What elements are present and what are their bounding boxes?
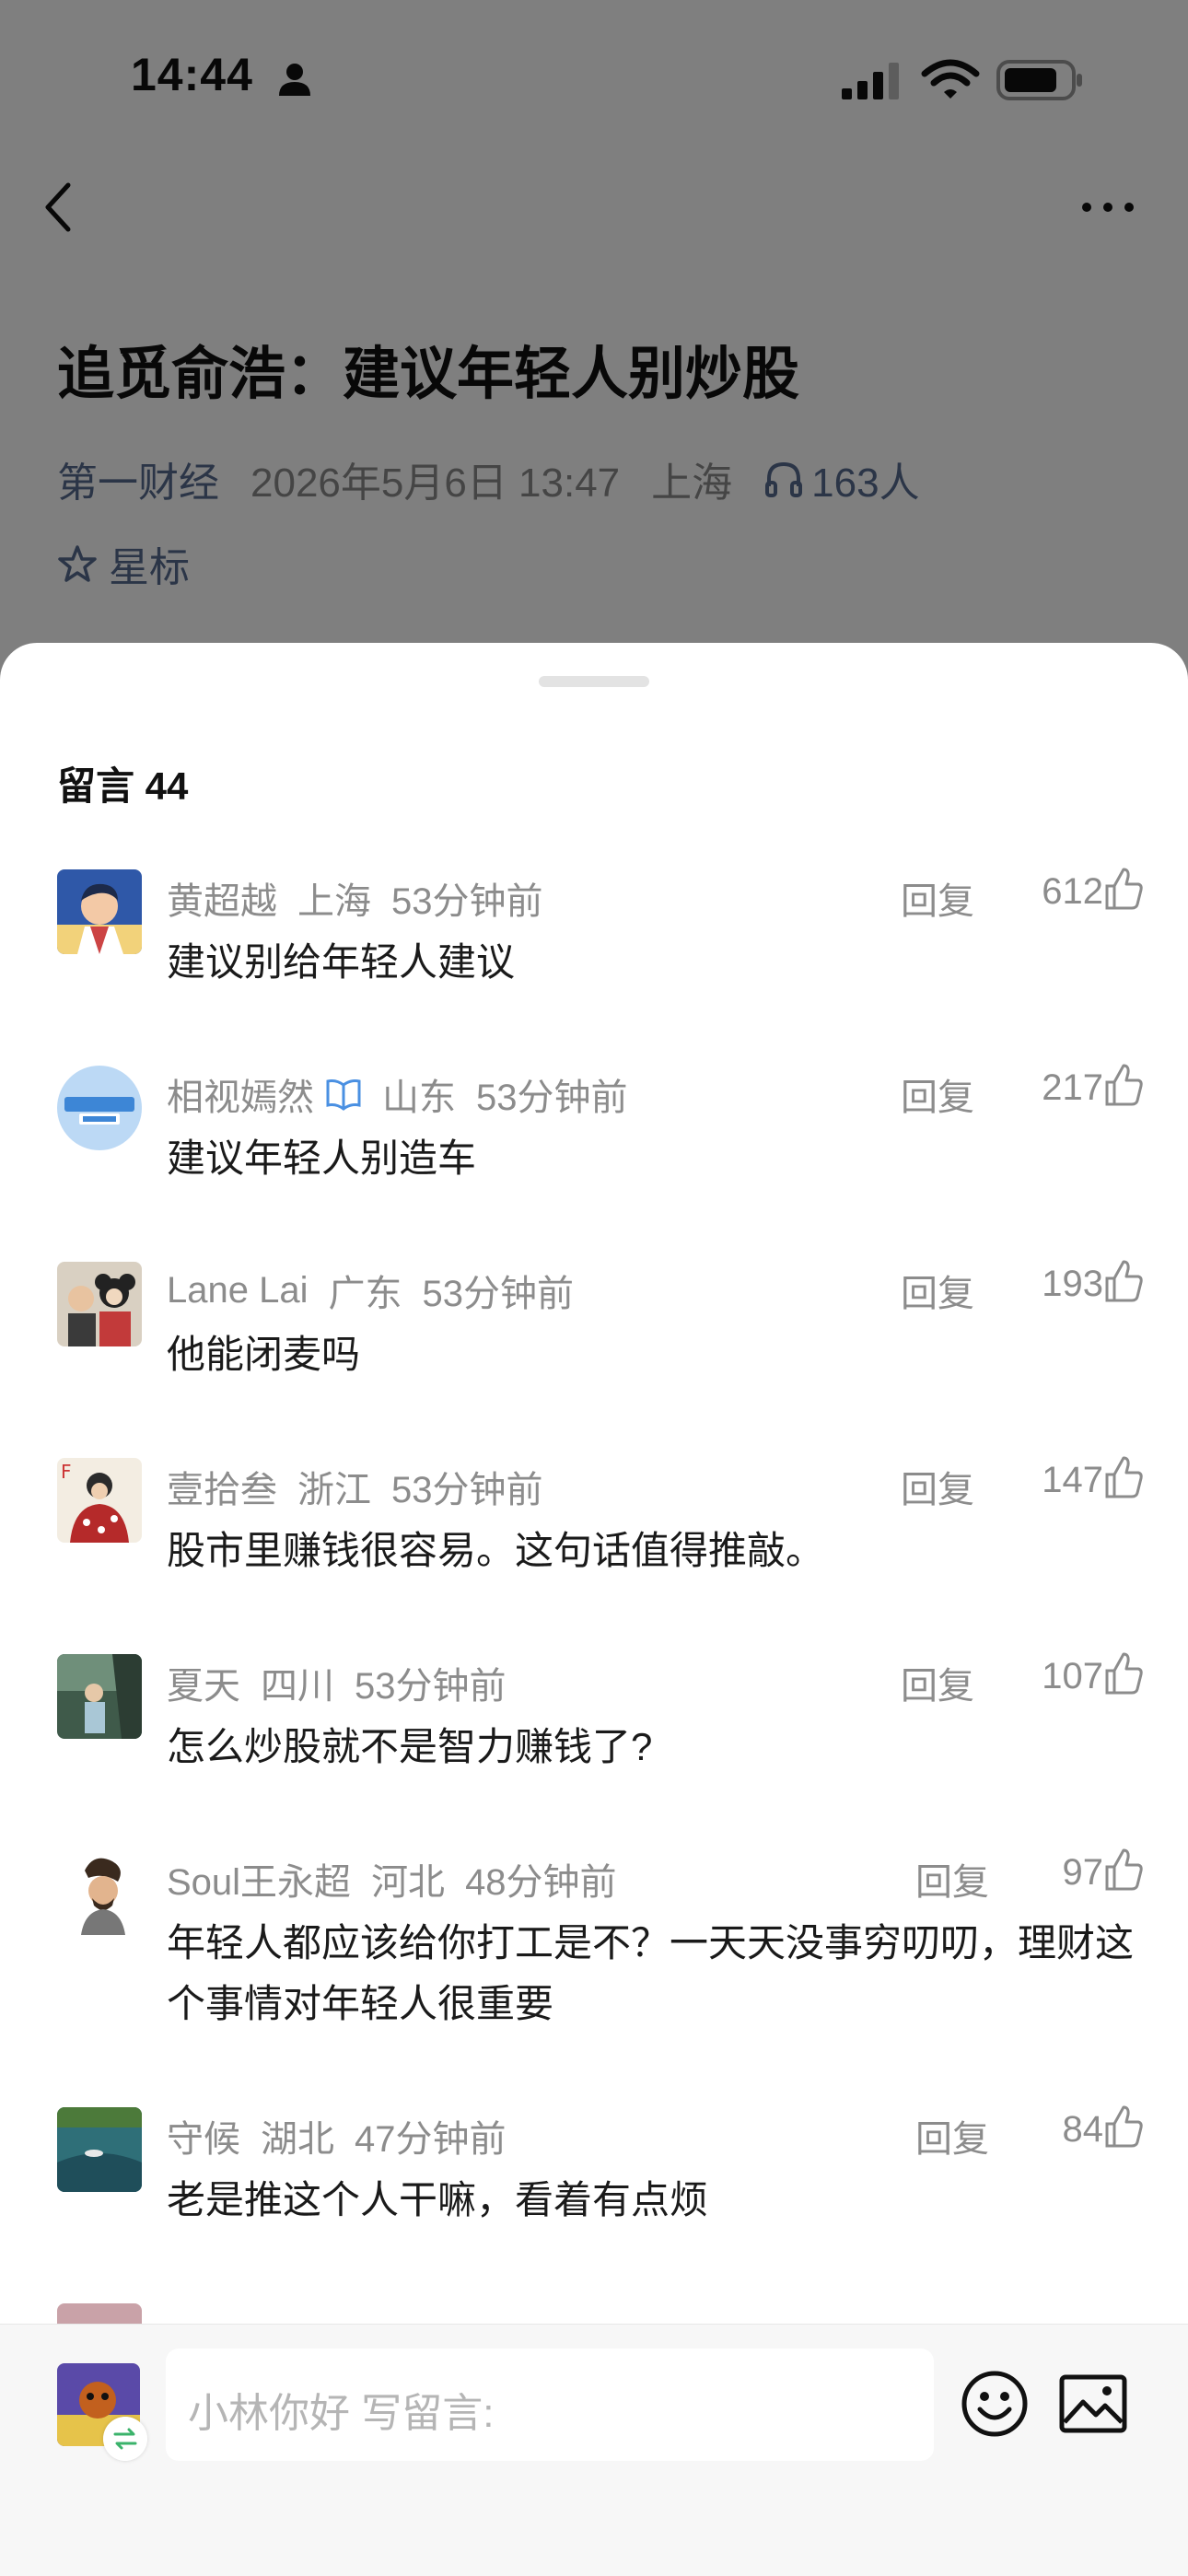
comment-meta: 相视嫣然 山东 53分钟前 [167,1067,648,1121]
comment-author[interactable]: Lane Lai [167,1270,308,1311]
switch-account-icon[interactable] [103,2417,147,2461]
thumbs-up-icon[interactable] [1103,1847,1144,1893]
comment-text: 股市里赚钱很容易。这句话值得推敲。 [167,1529,825,1572]
comments-heading: 留言 44 [57,764,189,808]
reply-button[interactable]: 回复 [915,1852,989,1906]
comment-text: 建议年轻人别造车 [167,1136,477,1180]
reply-button[interactable]: 回复 [901,1264,974,1317]
drag-handle[interactable] [539,676,649,687]
image-icon[interactable] [1059,2374,1127,2433]
comment-meta: Lane Lai 广东 53分钟前 [167,1264,594,1317]
comment-author[interactable]: 黄超越 [167,871,277,925]
comment-author[interactable]: 守候 [167,2109,240,2162]
avatar[interactable] [57,2107,142,2192]
avatar[interactable] [57,869,142,954]
avatar[interactable] [57,1066,142,1150]
comment-input[interactable]: 小林你好 写留言: [166,2349,934,2461]
reply-button[interactable]: 回复 [901,1656,974,1709]
comment-text: 怎么炒股就不是智力赚钱了? [167,1725,653,1768]
comment-meta: 夏天 四川 53分钟前 [167,1656,527,1709]
comment-location: 广东 [328,1274,402,1314]
comment-input-placeholder: 小林你好 写留言: [188,2391,495,2436]
comment-time: 48分钟前 [465,1862,617,1903]
comment-time: 53分钟前 [355,1666,507,1707]
comment-text: 老是推这个人干嘛，看着有点烦 [167,2178,709,2221]
like-count: 193 [1042,1264,1103,1304]
like-count: 612 [1042,871,1103,912]
reply-button[interactable]: 回复 [901,1460,974,1513]
comment-location: 上海 [297,881,371,922]
avatar[interactable] [57,1850,142,1935]
comment-author[interactable]: Soul王永超 [167,1852,351,1906]
comment-text: 年轻人都应该给你打工是不？一天天没事穷叨叨，理财这个事情对年轻人很重要 [167,1921,1135,2025]
like-count: 84 [1062,2109,1104,2150]
thumbs-up-icon[interactable] [1103,2104,1144,2150]
avatar[interactable]: F [57,1458,142,1543]
thumbs-up-icon[interactable] [1103,1454,1144,1500]
avatar[interactable] [57,1654,142,1739]
comment-input-bar: 小林你好 写留言: [0,2324,1188,2576]
like-count: 147 [1042,1460,1103,1500]
thumbs-up-icon[interactable] [1103,1650,1144,1696]
comment-author[interactable]: 夏天 [167,1656,240,1709]
comment-location: 浙江 [297,1470,371,1510]
thumbs-up-icon[interactable] [1103,1258,1144,1304]
comment-text: 建议别给年轻人建议 [167,940,516,984]
reply-button[interactable]: 回复 [901,1067,974,1121]
comment-time: 53分钟前 [391,1470,543,1510]
reply-button[interactable]: 回复 [901,871,974,925]
comment-location: 河北 [371,1862,446,1903]
emoji-icon[interactable] [960,2369,1030,2439]
reply-button[interactable]: 回复 [915,2109,989,2162]
comment-location: 湖北 [261,2119,334,2160]
comment-meta: 黄超越 上海 53分钟前 [167,871,564,925]
comment-meta: 守候 湖北 47分钟前 [167,2109,527,2162]
like-count: 97 [1062,1852,1104,1893]
thumbs-up-icon[interactable] [1103,1062,1144,1108]
comments-sheet: 留言 44 黄超越 上海 53分钟前 回复 612 建议别给年轻人建议 相视嫣然… [0,643,1188,2575]
comment-time: 47分钟前 [355,2119,507,2160]
comment-meta: Soul王永超 河北 48分钟前 [167,1852,637,1906]
avatar[interactable] [57,1262,142,1346]
open-book-verified-icon [326,1079,361,1111]
comment-time: 53分钟前 [422,1274,574,1314]
comment-text: 他能闭麦吗 [167,1333,361,1376]
svg-text:F: F [61,1461,72,1483]
thumbs-up-icon[interactable] [1103,866,1144,912]
like-count: 217 [1042,1067,1103,1108]
comment-author[interactable]: 相视嫣然 [167,1067,314,1121]
comment-time: 53分钟前 [391,881,543,922]
like-count: 107 [1042,1656,1103,1696]
comment-time: 53分钟前 [476,1078,628,1118]
comment-location: 山东 [382,1078,456,1118]
comment-location: 四川 [261,1666,334,1707]
comment-author[interactable]: 壹拾叁 [167,1460,277,1513]
comment-meta: 壹拾叁 浙江 53分钟前 [167,1460,564,1513]
